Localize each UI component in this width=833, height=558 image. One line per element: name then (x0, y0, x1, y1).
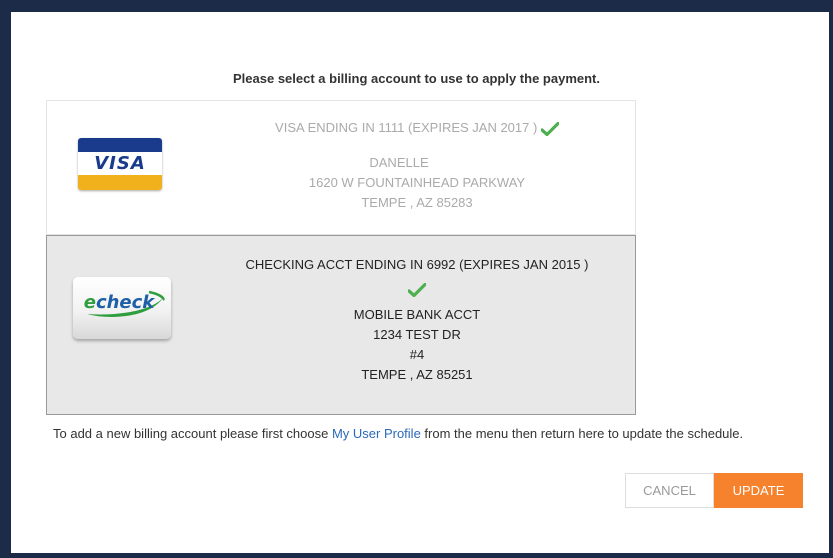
visa-account-title-row: VISA ENDING IN 1111 (EXPIRES JAN 2017 ) (197, 118, 637, 138)
visa-address-line-2: TEMPE , AZ 85283 (361, 195, 473, 210)
checkmark-icon (408, 283, 426, 297)
echeck-address-line-3: TEMPE , AZ 85251 (361, 367, 473, 382)
echeck-account-title: CHECKING ACCT ENDING IN 6992 (EXPIRES JA… (245, 257, 589, 272)
echeck-address-line-1: 1234 TEST DR (373, 327, 461, 342)
echeck-logo-rest: check (95, 292, 155, 313)
billing-account-visa[interactable]: VISA VISA ENDING IN 1111 (EXPIRES JAN 20… (46, 100, 636, 235)
note-text-after: from the menu then return here to update… (420, 426, 744, 441)
dialog-heading: Please select a billing account to use t… (233, 71, 600, 86)
echeck-icon: echeck (73, 277, 171, 339)
billing-account-echeck[interactable]: echeck CHECKING ACCT ENDING IN 6992 (EXP… (46, 235, 636, 415)
add-billing-account-note: To add a new billing account please firs… (53, 425, 813, 443)
echeck-account-details: CHECKING ACCT ENDING IN 6992 (EXPIRES JA… (197, 255, 637, 385)
visa-account-holder: DANELLE (369, 155, 429, 170)
visa-logo-text: VISA (94, 153, 146, 174)
echeck-logo-text: echeck (73, 288, 165, 318)
visa-address-line-1: 1620 W FOUNTAINHEAD PARKWAY (308, 175, 526, 190)
my-user-profile-link[interactable]: My User Profile (332, 426, 421, 441)
visa-account-title: VISA ENDING IN 1111 (EXPIRES JAN 2017 ) (275, 120, 538, 135)
visa-card-icon: VISA (78, 138, 162, 190)
echeck-address-line-2: #4 (409, 347, 425, 362)
note-text-before: To add a new billing account please firs… (53, 426, 332, 441)
echeck-account-holder: MOBILE BANK ACCT (353, 307, 481, 322)
checkmark-icon (540, 121, 559, 136)
echeck-logo-e: e (83, 292, 96, 313)
update-button[interactable]: UPDATE (714, 473, 803, 508)
visa-account-details: VISA ENDING IN 1111 (EXPIRES JAN 2017 ) … (197, 118, 637, 213)
cancel-button[interactable]: CANCEL (625, 473, 714, 508)
